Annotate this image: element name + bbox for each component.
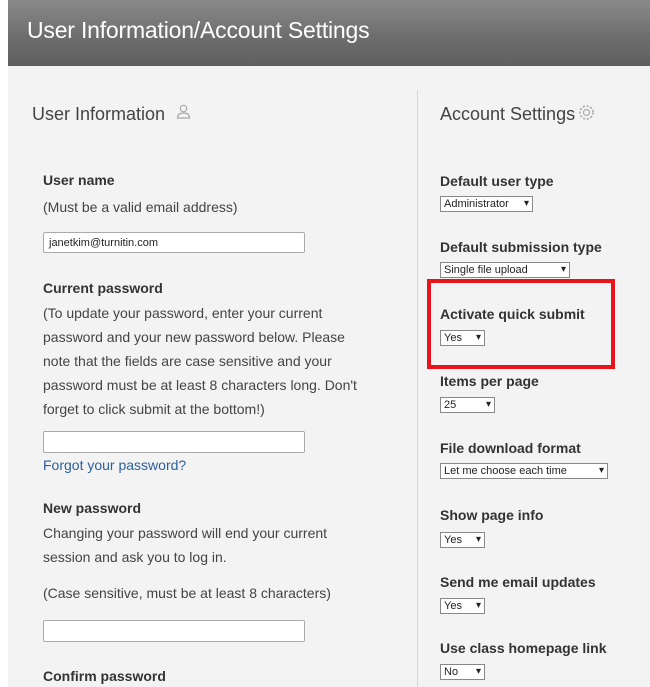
items-per-page-label: Items per page: [440, 373, 539, 389]
file-download-format-label: File download format: [440, 440, 581, 456]
items-per-page-select[interactable]: 25 ▾: [440, 397, 495, 413]
chevron-down-icon: ▾: [475, 600, 481, 611]
username-label: User name: [43, 172, 115, 188]
chevron-down-icon: ▾: [475, 534, 481, 545]
new-password-note: (Case sensitive, must be at least 8 char…: [43, 585, 331, 601]
file-download-format-select[interactable]: Let me choose each time ▾: [440, 463, 608, 479]
account-settings-title: Account Settings: [440, 104, 576, 124]
default-submission-type-label: Default submission type: [440, 239, 602, 255]
new-password-field[interactable]: [43, 620, 305, 642]
default-submission-type-select[interactable]: Single file upload ▾: [440, 262, 570, 278]
page-title: User Information/Account Settings: [27, 17, 370, 43]
chevron-down-icon: ▾: [475, 666, 481, 677]
chevron-down-icon: ▾: [523, 198, 529, 209]
username-field[interactable]: janetkim@turnitin.com: [43, 232, 305, 253]
show-page-info-label: Show page info: [440, 507, 544, 523]
chevron-down-icon: ▾: [560, 264, 566, 275]
confirm-password-label: Confirm password: [43, 668, 166, 684]
person-icon: [176, 104, 191, 119]
send-email-updates-select[interactable]: Yes ▾: [440, 598, 485, 614]
new-password-label: New password: [43, 500, 142, 516]
class-homepage-link-select[interactable]: No ▾: [440, 664, 485, 680]
gear-icon: [578, 104, 595, 121]
user-information-title: User Information: [32, 104, 166, 124]
settings-panel: User Information User name (Must be a va…: [8, 66, 650, 687]
default-user-type-label: Default user type: [440, 173, 554, 189]
class-homepage-link-label: Use class homepage link: [440, 640, 607, 656]
quick-submit-highlight-box: [427, 279, 615, 369]
chevron-down-icon: ▾: [485, 399, 491, 410]
current-password-hint: (To update your password, enter your cur…: [43, 305, 357, 417]
username-hint: (Must be a valid email address): [43, 199, 238, 215]
show-page-info-select[interactable]: Yes ▾: [440, 532, 485, 548]
forgot-password-link[interactable]: Forgot your password?: [43, 457, 186, 473]
page-header: User Information/Account Settings: [8, 0, 650, 66]
send-email-updates-label: Send me email updates: [440, 574, 596, 590]
current-password-label: Current password: [43, 280, 163, 296]
current-password-field[interactable]: [43, 431, 305, 453]
default-user-type-select[interactable]: Administrator ▾: [440, 196, 533, 212]
new-password-hint: Changing your password will end your cur…: [43, 525, 328, 565]
column-divider: [417, 90, 418, 687]
chevron-down-icon: ▾: [598, 465, 604, 476]
